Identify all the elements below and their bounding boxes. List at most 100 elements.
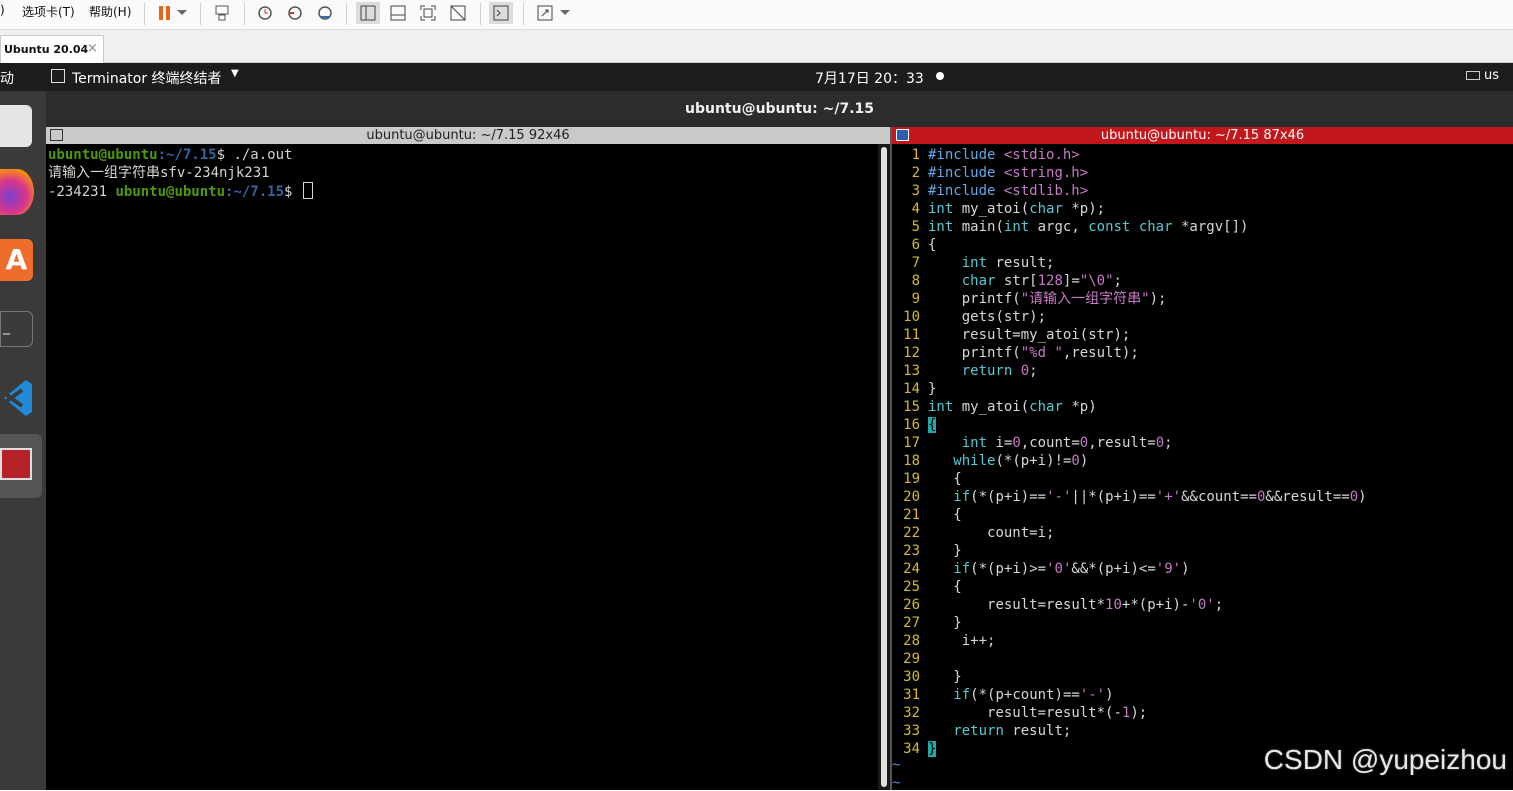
vm-tab-strip [0,30,1513,63]
line-number: 4 [911,201,920,217]
close-icon[interactable]: × [87,41,98,56]
toolbar-separator [480,3,481,25]
code-line: 28 i++; [892,632,1513,650]
code-line: 16 { [892,416,1513,434]
vm-tab-ubuntu[interactable]: Ubuntu 20.04 × [0,35,104,63]
files-icon[interactable] [0,105,32,147]
toolbar-separator [200,3,201,25]
line-number: 12 [903,345,920,361]
code-text: int result; [961,255,1055,271]
chevron-down-icon[interactable] [174,2,190,24]
notification-dot-icon [936,72,944,80]
code-line: 1 #include <stdio.h> [892,146,1513,164]
terminal-icon[interactable] [489,2,513,24]
code-line: 18 while(*(p+i)!=0) [892,452,1513,470]
code-text: { [928,507,962,523]
chevron-down-icon[interactable] [557,2,573,24]
left-pane-title: ubuntu@ubuntu: ~/7.15 92x46 [366,128,570,143]
line-number: 25 [903,579,920,595]
sidebar-view-icon[interactable] [356,2,380,24]
software-store-icon[interactable]: A [0,239,33,281]
code-line: 9 printf("请输入一组字符串"); [892,290,1513,308]
vm-tab-label: Ubuntu 20.04 [4,43,89,56]
clock[interactable]: 7月17日 20：33 [815,68,924,88]
revert-snapshot-icon[interactable] [283,2,307,24]
code-text: char str[128]="\0"; [961,273,1122,289]
send-keys-icon[interactable] [210,2,234,24]
grid-icon[interactable] [896,129,909,141]
line-number: 19 [903,471,920,487]
menu-help[interactable]: 帮助(H) [89,3,131,20]
code-line: 27 } [892,614,1513,632]
app-menu[interactable]: Terminator 终端终结者 [72,68,222,88]
stretch-icon[interactable] [533,2,557,24]
code-text: { [928,471,962,487]
snapshot-manager-icon[interactable] [313,2,337,24]
unity-icon[interactable] [446,2,470,24]
code-text: #include <string.h> [928,165,1089,181]
code-line: 6{ [892,236,1513,254]
code-text: #include <stdio.h> [928,147,1080,163]
code-text: { [928,417,937,433]
code-line: 22 count=i; [892,524,1513,542]
line-number: 32 [903,705,920,721]
line-number: 30 [903,669,920,685]
left-terminal[interactable]: ubuntu@ubuntu:~/7.15$ ./a.out 请输入一组字符串sf… [46,144,878,790]
dock-item-active[interactable] [0,434,42,498]
line-number: 11 [903,327,920,343]
empty-line-marker: ~ [892,775,901,791]
code-line: 19 { [892,470,1513,488]
terminal-dock-icon[interactable]: _ [0,311,33,347]
code-line: 12 printf("%d ",result); [892,344,1513,362]
line-number: 26 [903,597,920,613]
code-line: 25 { [892,578,1513,596]
toolbar-separator [244,3,245,25]
console-view-icon[interactable] [386,2,410,24]
line-number: 34 [903,741,920,757]
code-text: if(*(p+i)=='-'||*(p+i)=='+'&&count==0&&r… [953,489,1367,505]
line-number: 6 [911,237,920,253]
line-number: 18 [903,453,920,469]
terminal-line: -234231 ubuntu@ubuntu:~/7.15$ [48,182,313,200]
code-text: int i=0,count=0,result=0; [961,435,1173,451]
line-number: 27 [903,615,920,631]
code-text: { [928,579,962,595]
code-text: gets(str); [961,309,1047,325]
fullscreen-icon[interactable] [416,2,440,24]
code-line: 32 result=result*(-1); [892,704,1513,722]
snapshot-icon[interactable] [253,2,277,24]
right-terminal-vim[interactable]: 1 #include <stdio.h> 2 #include <string.h> 3… [892,144,1513,791]
code-text: while(*(p+i)!=0) [953,453,1089,469]
firefox-icon[interactable] [0,169,34,215]
code-line: 5 int main(int argc, const char *argv[]) [892,218,1513,236]
code-text: } [928,543,962,559]
code-text: if(*(p+count)=='-') [953,687,1114,703]
code-line: 2 #include <string.h> [892,164,1513,182]
pause-icon[interactable] [152,2,176,24]
keyboard-icon [1466,71,1480,80]
terminator-titlebar: ubuntu@ubuntu: ~/7.15 [46,91,1513,127]
activities-button[interactable]: 动 [0,68,14,88]
code-line: 11 result=my_atoi(str); [892,326,1513,344]
left-scrollbar[interactable] [878,144,890,790]
menu-edge: ) [0,3,5,17]
scrollbar-thumb[interactable] [881,147,887,787]
line-number: 2 [911,165,920,181]
right-pane-title: ubuntu@ubuntu: ~/7.15 87x46 [1100,128,1305,143]
code-line: 15 int my_atoi(char *p) [892,398,1513,416]
line-number: 5 [911,219,920,235]
vscode-icon[interactable] [0,376,32,420]
code-line: 29 [892,650,1513,668]
chevron-down-icon[interactable]: ▼ [231,68,239,79]
code-text: } [928,741,937,757]
line-number: 22 [903,525,920,541]
code-text: result=result*(-1); [987,705,1148,721]
menu-tabs[interactable]: 选项卡(T) [22,3,75,20]
line-number: 17 [903,435,920,451]
line-number: 9 [911,291,920,307]
line-number: 28 [903,633,920,649]
code-line: 7 int result; [892,254,1513,272]
toolbar-separator [523,3,524,25]
grid-icon[interactable] [50,129,63,141]
keyboard-layout[interactable]: us [1484,68,1499,83]
